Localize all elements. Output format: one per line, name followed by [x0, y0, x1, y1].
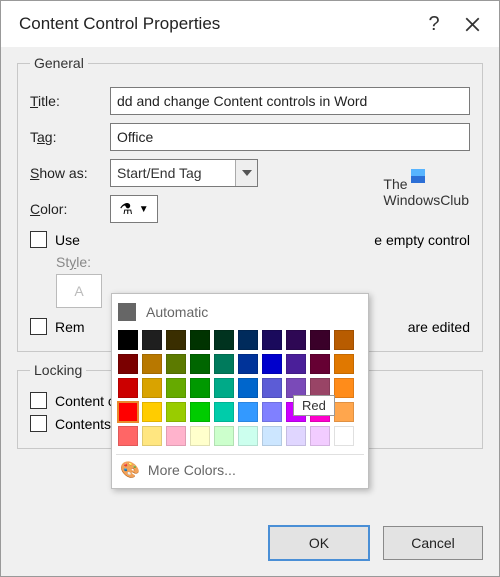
color-swatch[interactable] [238, 426, 258, 446]
showas-label: Show as: [30, 165, 110, 181]
color-swatch[interactable] [262, 354, 282, 374]
color-swatch[interactable] [262, 330, 282, 350]
color-swatch[interactable] [118, 330, 138, 350]
color-swatch[interactable] [118, 426, 138, 446]
cancel-button[interactable]: Cancel [383, 526, 483, 560]
showas-value: Start/End Tag [111, 165, 235, 181]
color-swatch[interactable] [238, 402, 258, 422]
content-control-properties-dialog: Content Control Properties ? General Tit… [0, 0, 500, 577]
checkbox-box [30, 318, 47, 335]
color-swatch[interactable] [190, 426, 210, 446]
color-swatch[interactable] [214, 426, 234, 446]
color-swatch[interactable] [334, 402, 354, 422]
checkbox-box [30, 392, 47, 409]
color-swatch[interactable] [214, 402, 234, 422]
general-legend: General [30, 55, 88, 71]
tag-input[interactable] [110, 123, 470, 151]
color-picker-popup: Automatic 🎨 More Colors... [111, 293, 369, 489]
checkbox-box [30, 415, 47, 432]
use-style-label: Use [55, 232, 80, 248]
color-tooltip: Red [293, 395, 335, 416]
automatic-color[interactable]: Automatic [116, 298, 364, 326]
color-swatch[interactable] [166, 426, 186, 446]
color-swatch[interactable] [190, 402, 210, 422]
ok-button[interactable]: OK [269, 526, 369, 560]
color-swatch[interactable] [238, 378, 258, 398]
remove-label-head: Rem [55, 319, 85, 335]
style-label: Style: [56, 254, 470, 270]
use-style-checkbox[interactable]: Use e empty control [30, 231, 470, 248]
color-swatch[interactable] [334, 354, 354, 374]
color-swatch[interactable] [142, 402, 162, 422]
color-swatch[interactable] [310, 354, 330, 374]
color-swatch[interactable] [190, 354, 210, 374]
locking-legend: Locking [30, 362, 86, 378]
color-swatch[interactable] [142, 354, 162, 374]
color-swatch[interactable] [262, 426, 282, 446]
color-swatch[interactable] [166, 402, 186, 422]
color-swatch[interactable] [142, 378, 162, 398]
color-swatch[interactable] [142, 426, 162, 446]
chevron-down-icon [235, 160, 257, 186]
color-swatch[interactable] [166, 354, 186, 374]
close-icon [465, 17, 480, 32]
color-swatch[interactable] [142, 330, 162, 350]
color-swatch[interactable] [334, 426, 354, 446]
close-button[interactable] [453, 6, 491, 42]
color-swatch[interactable] [238, 330, 258, 350]
tag-label: Tag: [30, 129, 110, 145]
caret-down-icon: ▼ [139, 204, 149, 215]
remove-label-tail: are edited [408, 319, 470, 335]
color-swatch[interactable] [118, 378, 138, 398]
palette-icon: 🎨 [120, 460, 140, 480]
color-button[interactable]: ⚗ ▼ [110, 195, 158, 223]
automatic-swatch [118, 303, 136, 321]
color-swatch[interactable] [118, 402, 138, 422]
color-swatch[interactable] [190, 378, 210, 398]
color-swatch[interactable] [166, 378, 186, 398]
color-swatch[interactable] [262, 402, 282, 422]
color-swatch[interactable] [286, 354, 306, 374]
help-button[interactable]: ? [415, 6, 453, 42]
color-swatch[interactable] [238, 354, 258, 374]
dialog-body: General Title: Tag: Show as: Start/End T… [1, 47, 499, 512]
color-swatch[interactable] [190, 330, 210, 350]
showas-combo[interactable]: Start/End Tag [110, 159, 258, 187]
titlebar: Content Control Properties ? [1, 1, 499, 47]
color-swatch[interactable] [334, 330, 354, 350]
color-grid [116, 326, 364, 454]
paint-bucket-icon: ⚗ [119, 200, 132, 218]
color-swatch[interactable] [310, 426, 330, 446]
color-swatch[interactable] [286, 330, 306, 350]
more-colors[interactable]: 🎨 More Colors... [116, 454, 364, 484]
dialog-title: Content Control Properties [19, 14, 415, 34]
title-input[interactable] [110, 87, 470, 115]
color-swatch[interactable] [214, 330, 234, 350]
use-style-label-tail: e empty control [374, 232, 470, 248]
color-swatch[interactable] [286, 426, 306, 446]
color-swatch[interactable] [334, 378, 354, 398]
color-swatch[interactable] [118, 354, 138, 374]
title-label: Title: [30, 93, 110, 109]
color-swatch[interactable] [214, 378, 234, 398]
color-label: Color: [30, 201, 110, 217]
color-swatch[interactable] [262, 378, 282, 398]
color-swatch[interactable] [166, 330, 186, 350]
checkbox-box [30, 231, 47, 248]
button-row: OK Cancel [1, 512, 499, 576]
style-combo: A [56, 274, 102, 308]
color-swatch[interactable] [214, 354, 234, 374]
color-swatch[interactable] [310, 330, 330, 350]
